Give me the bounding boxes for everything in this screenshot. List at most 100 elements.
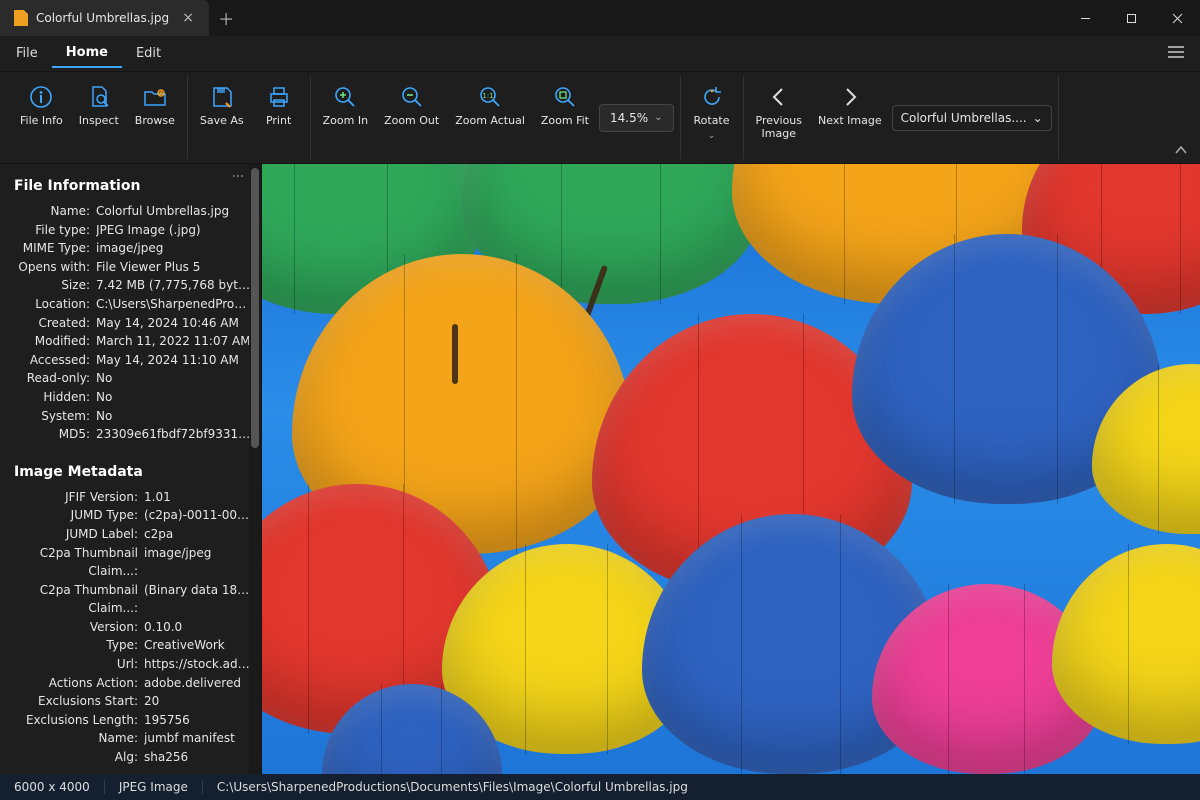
info-row: Name: Colorful Umbrellas.jpg xyxy=(10,202,253,221)
info-row: Created:May 14, 2024 10:46 AM xyxy=(10,314,253,333)
rotate-button[interactable]: Rotate ⌄ xyxy=(687,80,737,146)
info-value: Colorful Umbrellas.jpg xyxy=(96,202,253,221)
info-value: (c2pa)-0011-0010-... xyxy=(144,506,253,525)
menu-home[interactable]: Home xyxy=(52,39,122,68)
browse-button[interactable]: Browse xyxy=(129,80,181,131)
info-key: Size: xyxy=(10,276,90,295)
zoom-actual-button[interactable]: 1:1 Zoom Actual xyxy=(449,80,531,131)
close-tab-button[interactable]: × xyxy=(177,10,199,26)
section-title-metadata: Image Metadata xyxy=(14,464,253,480)
print-icon xyxy=(266,84,292,110)
previous-image-button[interactable]: Previous Image xyxy=(750,80,809,144)
collapse-ribbon-button[interactable] xyxy=(1170,141,1192,159)
menu-bar: File Home Edit xyxy=(0,36,1200,72)
info-key: Read-only: xyxy=(10,369,90,388)
info-key: Exclusions Start: xyxy=(10,692,138,711)
chevron-down-icon: ⌄ xyxy=(654,112,662,123)
info-key: MD5: xyxy=(10,425,90,444)
svg-text:1:1: 1:1 xyxy=(482,92,493,100)
status-type: JPEG Image xyxy=(105,780,203,794)
info-row: File type: JPEG Image (.jpg) xyxy=(10,221,253,240)
file-info-button[interactable]: File Info xyxy=(14,80,69,131)
info-row: Size: 7.42 MB (7,775,768 bytes) xyxy=(10,276,253,295)
zoom-percent-dropdown[interactable]: 14.5% ⌄ xyxy=(599,104,674,132)
info-value: File Viewer Plus 5 xyxy=(96,258,253,277)
zoom-fit-button[interactable]: Zoom Fit xyxy=(535,80,595,131)
inspect-button[interactable]: Inspect xyxy=(73,80,125,131)
info-value: 7.42 MB (7,775,768 bytes) xyxy=(96,276,253,295)
info-key: Created: xyxy=(10,314,90,333)
info-value: No xyxy=(96,369,253,388)
info-row: C2pa Thumbnail Claim...:(Binary data 186… xyxy=(10,581,253,618)
maximize-button[interactable] xyxy=(1108,0,1154,36)
metadata-table: JFIF Version: 1.01 JUMD Type: (c2pa)-0011-0… xyxy=(10,488,253,767)
info-key: Name: xyxy=(10,729,138,748)
ribbon-group-rotate: Rotate ⌄ xyxy=(681,76,744,159)
info-value: March 11, 2022 11:07 AM xyxy=(96,332,253,351)
chevron-down-icon: ⌄ xyxy=(1033,111,1043,125)
info-key: Modified: xyxy=(10,332,90,351)
info-row: Read-only: No xyxy=(10,369,253,388)
info-key: Hidden: xyxy=(10,388,90,407)
info-key: C2pa Thumbnail Claim...: xyxy=(10,581,138,618)
info-key: File type: xyxy=(10,221,90,240)
info-value: 1.01 xyxy=(144,488,253,507)
print-button[interactable]: Print xyxy=(254,80,304,131)
info-row: MD5:23309e61fbdf72bf9331a6e... xyxy=(10,425,253,444)
info-key: C2pa Thumbnail Claim...: xyxy=(10,544,138,581)
zoom-out-icon xyxy=(399,84,425,110)
ribbon-group-info: File Info Inspect Browse xyxy=(8,76,188,159)
info-key: Exclusions Length: xyxy=(10,711,138,730)
zoom-in-button[interactable]: Zoom In xyxy=(317,80,374,131)
info-value: No xyxy=(96,388,253,407)
info-key: JUMD Type: xyxy=(10,506,138,525)
info-key: Name: xyxy=(10,202,90,221)
hamburger-menu-button[interactable] xyxy=(1154,46,1198,62)
info-row: JUMD Label:c2pa xyxy=(10,525,253,544)
menu-file[interactable]: File xyxy=(2,40,52,67)
info-row: Hidden: No xyxy=(10,388,253,407)
info-row: MIME Type:image/jpeg xyxy=(10,239,253,258)
info-row: Accessed:May 14, 2024 11:10 AM xyxy=(10,351,253,370)
panel-scrollbar[interactable] xyxy=(249,164,261,774)
scrollbar-thumb[interactable] xyxy=(251,168,259,448)
folder-icon xyxy=(142,84,168,110)
info-key: Type: xyxy=(10,636,138,655)
info-value: No xyxy=(96,407,253,426)
status-path: C:\Users\SharpenedProductions\Documents\… xyxy=(203,780,702,794)
info-row: Type:CreativeWork xyxy=(10,636,253,655)
chevron-right-icon xyxy=(837,84,863,110)
info-row: Location:C:\Users\SharpenedProdu... xyxy=(10,295,253,314)
titlebar: Colorful Umbrellas.jpg × ＋ xyxy=(0,0,1200,36)
info-row: Alg:sha256 xyxy=(10,748,253,767)
save-as-button[interactable]: Save As xyxy=(194,80,250,131)
info-row: Exclusions Length: 195756 xyxy=(10,711,253,730)
new-tab-button[interactable]: ＋ xyxy=(209,0,243,36)
info-value: JPEG Image (.jpg) xyxy=(96,221,253,240)
info-key: Location: xyxy=(10,295,90,314)
save-icon xyxy=(209,84,235,110)
image-viewport[interactable] xyxy=(262,164,1200,774)
ribbon-toolbar: File Info Inspect Browse Save As Print Z… xyxy=(0,72,1200,164)
ribbon-group-file: Save As Print xyxy=(188,76,311,159)
side-panel: ⋮ File Information Name: Colorful Umbrell… xyxy=(0,164,262,774)
status-dimensions: 6000 x 4000 xyxy=(0,780,105,794)
info-key: JFIF Version: xyxy=(10,488,138,507)
close-window-button[interactable] xyxy=(1154,0,1200,36)
info-value: adobe.delivered xyxy=(144,674,253,693)
info-value: 20 xyxy=(144,692,253,711)
info-row: Exclusions Start: 20 xyxy=(10,692,253,711)
info-icon xyxy=(28,84,54,110)
zoom-actual-icon: 1:1 xyxy=(477,84,503,110)
minimize-button[interactable] xyxy=(1062,0,1108,36)
image-selector-dropdown[interactable]: Colorful Umbrellas.... ⌄ xyxy=(892,105,1052,131)
section-title-file-info: File Information xyxy=(14,178,253,194)
zoom-out-button[interactable]: Zoom Out xyxy=(378,80,445,131)
panel-menu-button[interactable]: ⋮ xyxy=(231,170,245,180)
next-image-button[interactable]: Next Image xyxy=(812,80,888,131)
window-tab[interactable]: Colorful Umbrellas.jpg × xyxy=(0,0,209,36)
info-value: jumbf manifest xyxy=(144,729,253,748)
info-value: 195756 xyxy=(144,711,253,730)
ribbon-group-nav: Previous Image Next Image Colorful Umbre… xyxy=(744,76,1059,159)
menu-edit[interactable]: Edit xyxy=(122,40,175,67)
